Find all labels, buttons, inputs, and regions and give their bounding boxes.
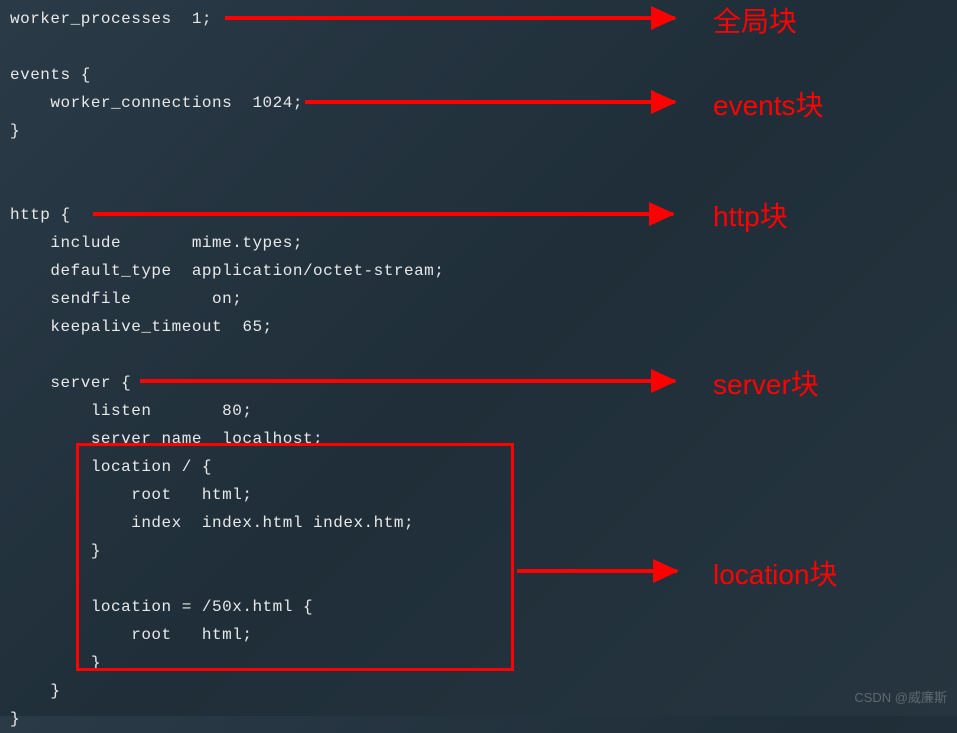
code-line: keepalive_timeout 65; [10, 318, 273, 336]
location-highlight-box [76, 443, 514, 671]
label-location: location块 [713, 553, 838, 593]
code-line: listen 80; [10, 402, 252, 420]
arrow-location [517, 569, 677, 573]
arrow-global [225, 16, 675, 20]
label-server: server块 [713, 363, 819, 403]
code-line: } [10, 122, 20, 140]
label-events: events块 [713, 84, 824, 124]
label-global: 全局块 [713, 0, 797, 40]
code-line: } [10, 682, 61, 700]
code-line: events { [10, 66, 91, 84]
code-line: include mime.types; [10, 234, 303, 252]
watermark-text: CSDN @威廉斯 [854, 687, 947, 706]
label-http: http块 [713, 195, 788, 235]
code-line: default_type application/octet-stream; [10, 262, 444, 280]
code-line: } [10, 710, 20, 728]
code-line: sendfile on; [10, 290, 242, 308]
code-line: worker_connections 1024; [10, 94, 303, 112]
arrow-http [93, 212, 673, 216]
arrow-events [305, 100, 675, 104]
code-line: http { [10, 206, 71, 224]
arrow-server [140, 379, 675, 383]
code-line: worker_processes 1; [10, 10, 212, 28]
code-line: server { [10, 374, 131, 392]
